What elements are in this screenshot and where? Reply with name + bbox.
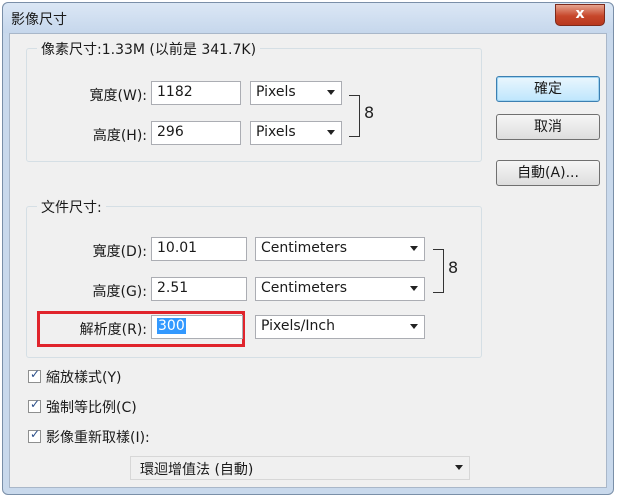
pixel-height-label: 高度(H): [92, 128, 147, 144]
check-icon: ✓ [30, 367, 41, 381]
doc-width-unit-value: Centimeters [261, 240, 348, 256]
scale-styles-checkbox[interactable]: ✓ [28, 367, 41, 383]
constrain-proportions-label[interactable]: 強制等比例(C) [46, 397, 137, 417]
image-size-dialog: 影像尺寸 x 像素尺寸:1.33M (以前是 341.7K) 寬度(W): 11… [2, 2, 614, 495]
pixel-height-input[interactable]: 296 [151, 121, 241, 145]
document-size-legend: 文件尺寸: [37, 197, 106, 217]
constrain-bracket [349, 95, 360, 137]
scale-styles-label[interactable]: 縮放樣式(Y) [46, 367, 121, 387]
resample-method-value: 環迴增值法 (自動) [140, 462, 254, 478]
check-icon: ✓ [30, 427, 41, 441]
close-button[interactable]: x [555, 4, 605, 26]
resolution-label: 解析度(R): [79, 322, 147, 338]
pixel-width-unit-value: Pixels [256, 84, 296, 100]
link-chain-icon: 8 [448, 258, 459, 277]
doc-height-input[interactable]: 2.51 [151, 277, 247, 301]
pixel-width-input[interactable]: 1182 [151, 81, 241, 105]
ok-button[interactable]: 確定 [496, 76, 600, 102]
chevron-down-icon [410, 286, 418, 291]
constrain-bracket [433, 249, 444, 293]
doc-height-unit-select[interactable]: Centimeters [255, 277, 425, 301]
pixel-height-unit-value: Pixels [256, 124, 296, 140]
resolution-unit-select[interactable]: Pixels/Inch [255, 315, 425, 339]
doc-height-label: 高度(G): [92, 284, 148, 300]
chevron-down-icon [327, 90, 335, 95]
doc-height-unit-value: Centimeters [261, 280, 348, 296]
pixel-width-label: 寬度(W): [89, 88, 147, 104]
pixel-dimensions-legend: 像素尺寸:1.33M (以前是 341.7K) [37, 39, 261, 59]
resolution-value: 300 [157, 318, 186, 334]
document-size-group: 文件尺寸: 寬度(D): 10.01 Centimeters 高度(G): 2.… [26, 197, 482, 358]
doc-width-unit-select[interactable]: Centimeters [255, 237, 425, 261]
resample-checkbox[interactable]: ✓ [28, 427, 41, 443]
chevron-down-icon [455, 465, 463, 470]
link-chain-icon: 8 [364, 103, 375, 122]
chevron-down-icon [410, 246, 418, 251]
window-title: 影像尺寸 [11, 12, 67, 28]
resample-label[interactable]: 影像重新取樣(I): [46, 427, 150, 447]
check-icon: ✓ [30, 397, 41, 411]
doc-width-input[interactable]: 10.01 [151, 237, 247, 261]
chevron-down-icon [410, 324, 418, 329]
pixel-dimensions-group: 像素尺寸:1.33M (以前是 341.7K) 寬度(W): 1182 Pixe… [26, 39, 482, 162]
pixel-width-unit-select[interactable]: Pixels [250, 81, 342, 105]
pixel-height-unit-select[interactable]: Pixels [250, 121, 342, 145]
constrain-proportions-checkbox[interactable]: ✓ [28, 397, 41, 413]
auto-button[interactable]: 自動(A)... [496, 160, 600, 186]
resample-method-select[interactable]: 環迴增值法 (自動) [130, 456, 470, 480]
chevron-down-icon [327, 130, 335, 135]
doc-width-label: 寬度(D): [92, 244, 147, 260]
resolution-input[interactable]: 300 [151, 315, 243, 339]
resolution-unit-value: Pixels/Inch [261, 318, 335, 334]
dialog-body: 像素尺寸:1.33M (以前是 341.7K) 寬度(W): 1182 Pixe… [9, 33, 607, 488]
title-bar: 影像尺寸 x [3, 3, 613, 33]
cancel-button[interactable]: 取消 [496, 114, 600, 140]
